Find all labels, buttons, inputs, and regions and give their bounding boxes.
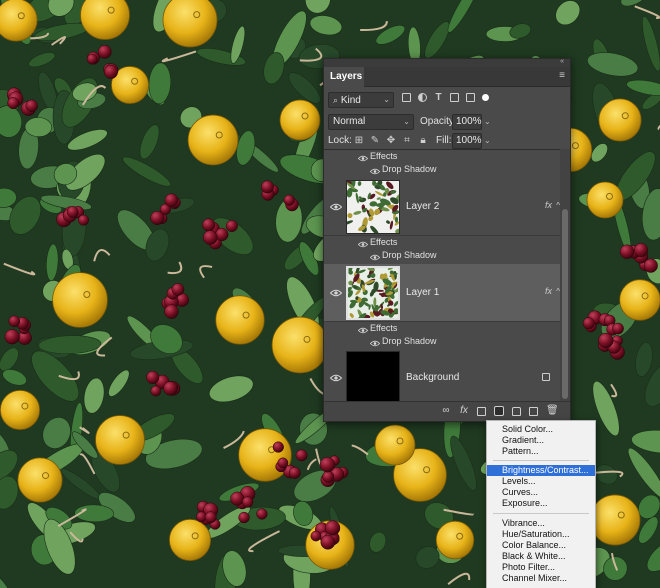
- menu-item-curves[interactable]: Curves...: [487, 487, 595, 498]
- folder-icon[interactable]: [512, 406, 521, 416]
- eye-icon[interactable]: [369, 252, 381, 261]
- menu-item-color-balance[interactable]: Color Balance...: [487, 540, 595, 551]
- chevron-down-icon: ⌄: [383, 95, 390, 104]
- effect-label: Drop Shadow: [382, 250, 437, 260]
- effects-label: Effects: [370, 237, 398, 247]
- layer-name[interactable]: Layer 1: [406, 287, 439, 299]
- layer-name[interactable]: Layer 2: [406, 201, 439, 213]
- search-icon: ⌕: [333, 95, 339, 105]
- layer-effect-row[interactable]: Drop Shadow: [324, 335, 562, 348]
- layer-row-layer-2[interactable]: Layer 2 fx ^: [324, 178, 562, 236]
- effects-label: Effects: [370, 323, 398, 333]
- link-icon[interactable]: ∞: [441, 406, 451, 416]
- menu-item-exposure[interactable]: Exposure...: [487, 498, 595, 509]
- lock-icon: [542, 373, 550, 381]
- menu-separator: [493, 513, 589, 514]
- pixel-filter-icon[interactable]: [402, 93, 411, 102]
- blend-mode-select[interactable]: Normal ⌄: [328, 114, 414, 130]
- layer-list: Effects Drop Shadow Layer 2 fx ^ Effects…: [324, 149, 562, 401]
- menu-item-gradient[interactable]: Gradient...: [487, 435, 595, 446]
- panel-footer: ∞ fx 🗑︎: [324, 401, 570, 421]
- layer-effects-row[interactable]: Effects: [324, 236, 562, 249]
- eye-icon[interactable]: [330, 289, 342, 297]
- layer-effects-row[interactable]: Effects: [324, 150, 562, 163]
- footer-icons: ∞ fx 🗑︎: [441, 406, 559, 416]
- fx-icon[interactable]: fx: [545, 286, 552, 296]
- menu-item-photo-filter[interactable]: Photo Filter...: [487, 562, 595, 573]
- blend-mode-label: Normal: [333, 116, 366, 127]
- filter-toggle-icon[interactable]: [482, 94, 489, 101]
- panel-menu-icon[interactable]: ≡: [559, 71, 565, 81]
- lock-row: Lock: ⊞ ✎ ✥ ⌗ 🔒︎ Fill: 100% ⌄: [324, 132, 570, 150]
- menu-item-hue-saturation[interactable]: Hue/Saturation...: [487, 529, 595, 540]
- adjustment-filter-icon[interactable]: [418, 93, 427, 102]
- fill-label: Fill:: [436, 135, 452, 146]
- adjustment-layer-icon[interactable]: [494, 406, 504, 416]
- new-layer-icon[interactable]: [529, 406, 538, 416]
- move-icon[interactable]: ✥: [386, 136, 396, 146]
- layer-effect-row[interactable]: Drop Shadow: [324, 163, 562, 176]
- effect-label: Drop Shadow: [382, 336, 437, 346]
- opacity-field[interactable]: 100%: [452, 114, 482, 130]
- panel-title-bar[interactable]: «: [324, 58, 570, 67]
- menu-item-pattern[interactable]: Pattern...: [487, 446, 595, 457]
- shape-filter-icon[interactable]: [450, 93, 459, 102]
- artboard-icon[interactable]: ⌗: [402, 136, 412, 146]
- layer-effect-row[interactable]: Drop Shadow: [324, 249, 562, 262]
- layer-name[interactable]: Background: [406, 372, 459, 384]
- eye-icon[interactable]: [357, 325, 369, 334]
- layer-row-layer-1[interactable]: Layer 1 fx ^: [324, 264, 562, 322]
- layers-panel: « Layers ≡ ⌕ Kind ⌄ T Normal ⌄ Opacity: …: [323, 58, 571, 422]
- brush-icon[interactable]: ✎: [370, 136, 380, 146]
- chevron-down-icon[interactable]: ⌄: [484, 133, 491, 149]
- eye-icon[interactable]: [357, 239, 369, 248]
- lock-transparent-icon[interactable]: ⊞: [354, 136, 364, 146]
- panel-tab-bar: Layers ≡: [324, 67, 570, 87]
- eye-icon[interactable]: [369, 338, 381, 347]
- layer-thumbnail: [346, 266, 400, 320]
- layer-thumbnail: [346, 351, 400, 401]
- menu-separator: [493, 460, 589, 461]
- fx-icon[interactable]: fx: [459, 406, 469, 416]
- menu-item-solid-color[interactable]: Solid Color...: [487, 424, 595, 435]
- smart-object-filter-icon[interactable]: [466, 93, 475, 102]
- chevron-down-icon[interactable]: ⌄: [484, 114, 491, 130]
- menu-item-brightness-contrast[interactable]: Brightness/Contrast...: [487, 465, 595, 476]
- effects-label: Effects: [370, 151, 398, 161]
- layer-thumbnail: [346, 180, 400, 234]
- menu-item-levels[interactable]: Levels...: [487, 476, 595, 487]
- mask-icon[interactable]: [477, 406, 486, 416]
- eye-icon[interactable]: [357, 153, 369, 162]
- trash-icon[interactable]: 🗑︎: [546, 406, 559, 416]
- tab-layers[interactable]: Layers: [324, 67, 364, 87]
- menu-item-black-white[interactable]: Black & White...: [487, 551, 595, 562]
- lock-icons: ⊞ ✎ ✥ ⌗ 🔒︎: [354, 136, 428, 146]
- eye-icon[interactable]: [330, 374, 342, 382]
- chevron-down-icon: ⌄: [403, 117, 410, 126]
- menu-item-channel-mixer[interactable]: Channel Mixer...: [487, 573, 595, 584]
- menu-item-vibrance[interactable]: Vibrance...: [487, 518, 595, 529]
- filter-row: ⌕ Kind ⌄ T: [324, 88, 570, 112]
- filter-icons: T: [402, 93, 489, 103]
- adjustment-layer-menu: Solid Color... Gradient... Pattern... Br…: [486, 420, 596, 588]
- fx-icon[interactable]: fx: [545, 200, 552, 210]
- collapse-icon[interactable]: «: [560, 58, 564, 65]
- layer-effects-row[interactable]: Effects: [324, 322, 562, 335]
- kind-filter-select[interactable]: ⌕ Kind ⌄: [328, 92, 394, 108]
- fill-field[interactable]: 100%: [452, 133, 482, 149]
- eye-icon[interactable]: [330, 203, 342, 211]
- type-filter-icon[interactable]: T: [434, 93, 443, 103]
- kind-filter-label: Kind: [340, 95, 361, 106]
- lock-label: Lock:: [328, 135, 352, 146]
- blend-row: Normal ⌄ Opacity: 100% ⌄: [324, 112, 570, 132]
- layer-row-background[interactable]: Background: [324, 349, 562, 401]
- scrollbar-thumb[interactable]: [562, 209, 568, 399]
- eye-icon[interactable]: [369, 166, 381, 175]
- effect-label: Drop Shadow: [382, 164, 437, 174]
- lock-icon[interactable]: 🔒︎: [418, 136, 428, 146]
